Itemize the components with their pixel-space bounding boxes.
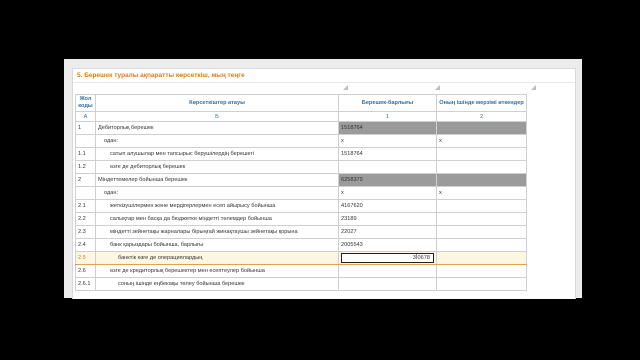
column-index-row: А Б 1 2 — [75, 111, 527, 122]
row-name: одан: — [95, 134, 339, 148]
row-code: 1.1 — [75, 147, 96, 161]
header-overdue: Оның ішінде мерзімі өткендер — [436, 94, 527, 112]
debt-cell-locked: 6258379 — [338, 173, 437, 187]
index-overdue: 2 — [436, 111, 527, 122]
row-name: жеткізушілермен және мердігерлермен есеп… — [95, 199, 339, 213]
debt-cell[interactable]: 23189 — [338, 212, 437, 226]
row-name: сатып алушылар мен тапсырыс берушілердің… — [95, 147, 339, 161]
overdue-cell[interactable] — [436, 238, 527, 252]
column-resize-handle[interactable] — [343, 85, 348, 90]
form-panel: 5. Берешек туралы ақпаратты көрсеткіш, м… — [64, 59, 582, 299]
table-row: 2.4 банк қарыздары бойынша, барлығы 2005… — [75, 238, 527, 252]
overdue-cell[interactable] — [436, 212, 527, 226]
debt-cell[interactable]: 22027 — [338, 225, 437, 239]
debt-cell-editing[interactable]: 3ꟾ0678 — [338, 251, 437, 265]
header-debt: Берешек-барлығы — [338, 94, 437, 112]
debt-cell: x — [338, 134, 437, 148]
row-name: міндетті зейнетақы жарналары бірыңғай жи… — [95, 225, 339, 239]
header-name: Көрсеткіштер атауы — [95, 94, 339, 112]
debt-form: 5. Берешек туралы ақпаратты көрсеткіш, м… — [72, 68, 576, 299]
debt-cell[interactable] — [338, 277, 437, 291]
section-title: 5. Берешек туралы ақпаратты көрсеткіш, м… — [77, 72, 245, 79]
table-row: 1.2 өзге де дебиторлық берешек — [75, 160, 527, 174]
row-code: 2.2 — [75, 212, 96, 226]
row-code: 2.6 — [75, 264, 96, 278]
debt-cell-locked: 1518764 — [338, 121, 437, 135]
row-code: 2.6.1 — [75, 277, 96, 291]
row-name: салықтар мен басқа да бюджетке міндетті … — [95, 212, 339, 226]
overdue-cell-locked — [436, 121, 527, 135]
row-name: соның ішінде еңбекақы төлеу бойынша бере… — [95, 277, 339, 291]
row-name: Дебиторлық берешек — [95, 121, 339, 135]
table-row: 2.1 жеткізушілермен және мердігерлермен … — [75, 199, 527, 213]
column-resize-handle[interactable] — [531, 85, 536, 90]
row-name: Міндеттемелер бойынша берешек — [95, 173, 339, 187]
row-name: одан: — [95, 186, 339, 200]
debt-cell[interactable]: 2005543 — [338, 238, 437, 252]
row-code: 2.5 — [75, 251, 96, 265]
table-header-row: Жол коды Көрсеткіштер атауы Берешек-барл… — [75, 94, 527, 112]
row-name: банктік өзге де операциялардың — [95, 251, 339, 265]
index-name: Б — [95, 111, 339, 122]
debt-cell[interactable]: 1518764 — [338, 147, 437, 161]
index-code: А — [75, 111, 96, 122]
header-code: Жол коды — [75, 94, 96, 112]
debt-table: Жол коды Көрсеткіштер атауы Берешек-барл… — [75, 94, 527, 291]
table-row: 1 Дебиторлық берешек 1518764 — [75, 121, 527, 135]
debt-cell[interactable] — [338, 160, 437, 174]
debt-input[interactable]: 3ꟾ0678 — [341, 253, 434, 263]
overdue-cell[interactable] — [436, 160, 527, 174]
row-code: 2.4 — [75, 238, 96, 252]
index-debt: 1 — [338, 111, 437, 122]
table-row: одан: x x — [75, 186, 527, 200]
debt-cell[interactable]: 4167620 — [338, 199, 437, 213]
row-code: 2.3 — [75, 225, 96, 239]
debt-cell: x — [338, 186, 437, 200]
overdue-cell-locked — [436, 173, 527, 187]
table-row: 2 Міндеттемелер бойынша берешек 6258379 — [75, 173, 527, 187]
row-code — [75, 186, 96, 200]
row-name: өзге де дебиторлық берешек — [95, 160, 339, 174]
table-row: 2.3 міндетті зейнетақы жарналары бірыңға… — [75, 225, 527, 239]
row-name: өзге де кредиторлық берешектер мен есепт… — [95, 264, 339, 278]
overdue-cell[interactable] — [436, 147, 527, 161]
overdue-cell: x — [436, 186, 527, 200]
table-row: 2.6.1 соның ішінде еңбекақы төлеу бойынш… — [75, 277, 527, 291]
row-code — [75, 134, 96, 148]
overdue-cell[interactable] — [436, 251, 527, 265]
table-row: одан: x x — [75, 134, 527, 148]
debt-cell[interactable] — [338, 264, 437, 278]
row-code: 2 — [75, 173, 96, 187]
overdue-cell[interactable] — [436, 225, 527, 239]
row-name: банк қарыздары бойынша, барлығы — [95, 238, 339, 252]
overdue-cell[interactable] — [436, 199, 527, 213]
section-divider — [73, 82, 575, 83]
overdue-cell: x — [436, 134, 527, 148]
overdue-cell[interactable] — [436, 264, 527, 278]
row-code: 1 — [75, 121, 96, 135]
table-row: 2.2 салықтар мен басқа да бюджетке мінде… — [75, 212, 527, 226]
table-row: 1.1 сатып алушылар мен тапсырыс берушіле… — [75, 147, 527, 161]
row-code: 1.2 — [75, 160, 96, 174]
column-resize-handle[interactable] — [435, 85, 440, 90]
table-row-active: 2.5 банктік өзге де операциялардың 3ꟾ067… — [75, 251, 527, 265]
row-code: 2.1 — [75, 199, 96, 213]
overdue-cell[interactable] — [436, 277, 527, 291]
table-row: 2.6 өзге де кредиторлық берешектер мен е… — [75, 264, 527, 278]
